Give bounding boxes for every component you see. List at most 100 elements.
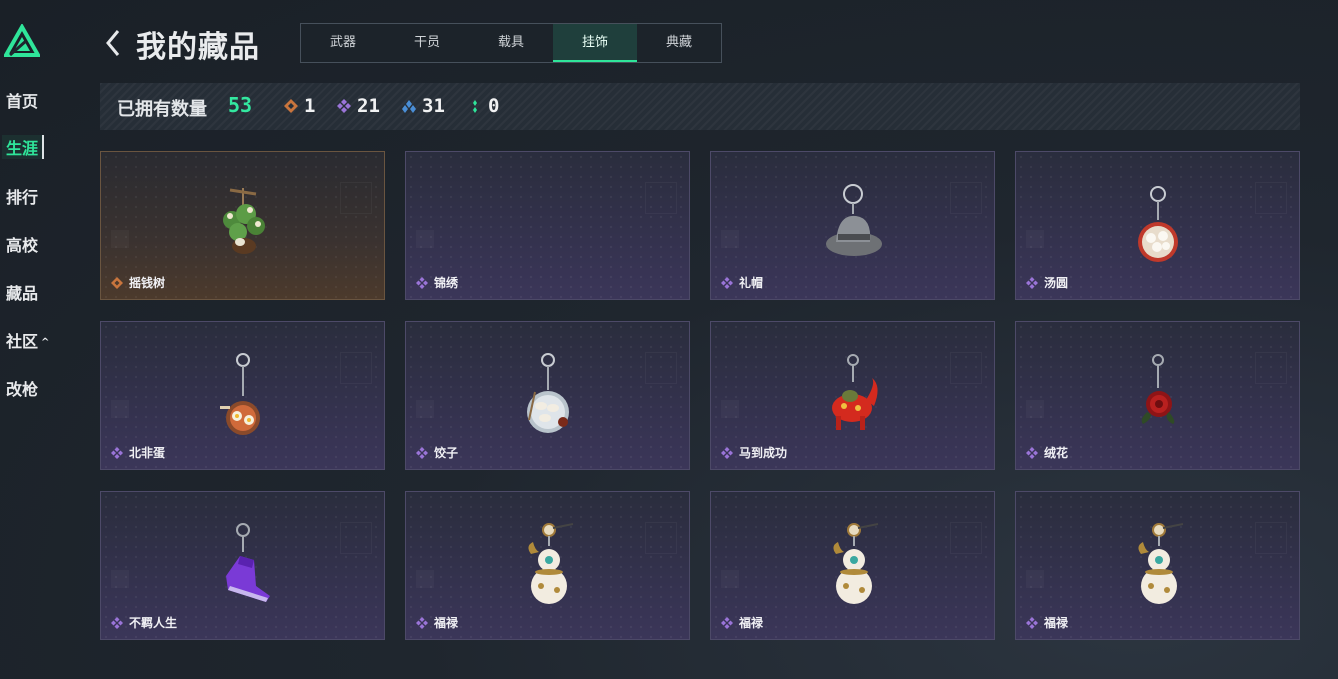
red-horse-charm-icon [832, 354, 878, 430]
charm-name: 福禄 [1044, 616, 1069, 630]
rarity-count-value: 1 [304, 95, 316, 117]
charm-card[interactable]: 锦绣 [405, 151, 690, 300]
chevron-up-icon: ^ [41, 337, 50, 348]
card-decoration [111, 570, 129, 588]
rarity-count-value: 21 [357, 95, 380, 117]
gourd-charm-icon [833, 523, 879, 604]
card-decoration [950, 522, 982, 554]
sidebar-item-label: 藏品 [6, 284, 39, 303]
diamond-purple-icon [1026, 276, 1038, 289]
dumpling-charm-icon [527, 353, 569, 433]
diamond-purple-icon [1026, 446, 1038, 459]
card-decoration [1255, 352, 1287, 384]
charm-card[interactable]: 福禄 [1015, 491, 1300, 640]
charm-name: 马到成功 [739, 446, 788, 460]
rarity-count-value: 31 [422, 95, 445, 117]
collection-stats-bar: 已拥有数量 53 1 21 31 0 [100, 83, 1300, 130]
card-decoration [340, 352, 372, 384]
card-decoration [416, 570, 434, 588]
charm-card[interactable]: 饺子 [405, 321, 690, 470]
charm-name: 摇钱树 [129, 276, 166, 290]
diamond-purple-icon [416, 616, 428, 629]
card-decoration [1026, 400, 1044, 418]
rarity-count-blue: 31 [402, 95, 445, 117]
chevron-left-icon[interactable] [103, 28, 123, 58]
card-label: 饺子 [416, 444, 458, 461]
card-decoration [950, 182, 982, 214]
tab-weapons[interactable]: 武器 [301, 24, 385, 62]
hat-charm-icon [826, 184, 882, 256]
diamond-orange-icon [111, 276, 123, 289]
charm-name: 福禄 [739, 616, 764, 630]
charm-name: 不羁人生 [129, 616, 178, 630]
sidebar-item-career[interactable]: 生涯 [2, 135, 45, 159]
rarity-count-value: 0 [488, 95, 500, 117]
charm-card[interactable]: 福禄 [710, 491, 995, 640]
card-decoration [1026, 230, 1044, 248]
tab-vehicles[interactable]: 载具 [469, 24, 553, 62]
card-label: 锦绣 [416, 274, 458, 291]
diamond-blue-icon [402, 100, 416, 113]
rarity-count-purple: 21 [337, 95, 380, 117]
sidebar-item-gunsmith[interactable]: 改枪 [6, 376, 38, 400]
charm-card[interactable]: 摇钱树 [100, 151, 385, 300]
gourd-charm-icon [528, 523, 574, 604]
tab-operators[interactable]: 干员 [385, 24, 469, 62]
card-label: 不羁人生 [111, 614, 177, 631]
charm-name: 绒花 [1044, 446, 1069, 460]
card-label: 礼帽 [721, 274, 763, 291]
charm-card[interactable]: 不羁人生 [100, 491, 385, 640]
card-label: 绒花 [1026, 444, 1068, 461]
diamond-purple-icon [721, 616, 733, 629]
sidebar-item-community[interactable]: 社区 ^ [6, 328, 49, 352]
money-tree-charm-icon [223, 188, 265, 254]
diamond-purple-icon [416, 276, 428, 289]
card-decoration [645, 522, 677, 554]
card-decoration [1255, 182, 1287, 214]
sidebar-item-label: 高校 [6, 236, 39, 255]
card-decoration [721, 570, 739, 588]
diamond-purple-icon [1026, 616, 1038, 629]
tab-charms[interactable]: 挂饰 [553, 24, 637, 62]
tab-collectibles[interactable]: 典藏 [637, 24, 721, 62]
charm-name: 锦绣 [434, 276, 459, 290]
card-decoration [111, 230, 129, 248]
card-label: 福禄 [721, 614, 763, 631]
charm-card[interactable]: 北非蛋 [100, 321, 385, 470]
card-label: 马到成功 [721, 444, 787, 461]
charm-card[interactable]: 福禄 [405, 491, 690, 640]
sidebar-item-label: 排行 [6, 188, 39, 207]
rarity-count-orange: 1 [284, 95, 315, 117]
charm-card[interactable]: 礼帽 [710, 151, 995, 300]
sneaker-charm-icon [226, 523, 270, 602]
sidebar-item-universities[interactable]: 高校 [6, 232, 38, 256]
charm-name: 饺子 [434, 446, 459, 460]
sidebar: 首页 生涯 排行 高校 藏品 社区 ^ 改枪 [0, 0, 60, 679]
rose-charm-icon [1141, 354, 1175, 424]
card-label: 汤圆 [1026, 274, 1068, 291]
charm-name: 汤圆 [1044, 276, 1069, 290]
owned-count-label: 已拥有数量 [117, 99, 207, 120]
charm-card[interactable]: 马到成功 [710, 321, 995, 470]
card-decoration [645, 352, 677, 384]
charm-card[interactable]: 汤圆 [1015, 151, 1300, 300]
app-logo-icon[interactable] [4, 24, 40, 60]
charm-card[interactable]: 绒花 [1015, 321, 1300, 470]
card-decoration [416, 400, 434, 418]
sidebar-item-label: 改枪 [6, 380, 39, 399]
card-decoration [340, 522, 372, 554]
diamond-purple-icon [721, 276, 733, 289]
card-label: 福禄 [1026, 614, 1068, 631]
sidebar-item-home[interactable]: 首页 [6, 88, 38, 112]
charm-name: 福禄 [434, 616, 459, 630]
card-decoration [416, 230, 434, 248]
sidebar-item-rankings[interactable]: 排行 [6, 184, 38, 208]
sidebar-item-label: 首页 [6, 92, 39, 111]
owned-count-total: 53 [228, 93, 253, 117]
diamond-purple-icon [416, 446, 428, 459]
tangyuan-charm-icon [1138, 186, 1178, 262]
sidebar-item-collection[interactable]: 藏品 [6, 280, 38, 304]
charm-name: 北非蛋 [129, 446, 166, 460]
page-title: 我的藏品 [136, 30, 260, 65]
diamond-purple-icon [111, 616, 123, 629]
